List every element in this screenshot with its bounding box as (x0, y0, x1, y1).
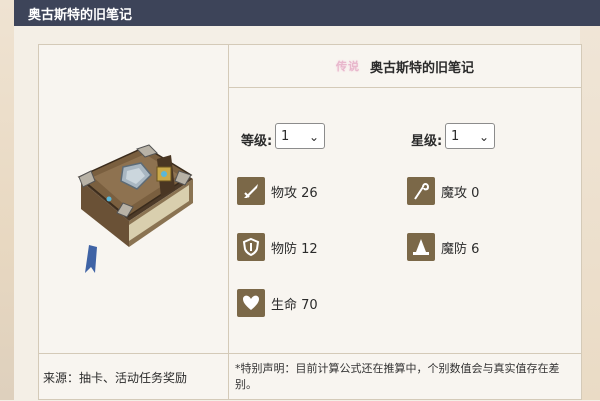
chevron-down-icon: ⌄ (308, 130, 319, 144)
stat-hp: 生命 70 (237, 289, 318, 317)
stat-label: 物防 12 (271, 241, 318, 257)
stat-label: 魔防 6 (441, 241, 480, 257)
sword-icon (237, 177, 265, 205)
column-divider (228, 45, 229, 399)
item-source: 来源：抽卡、活动任务奖励 (39, 354, 228, 401)
stat-magic-defense: 魔防 6 (407, 233, 479, 261)
item-card: 传说 奥古斯特的旧笔记 等级: 1 ⌄ 星级: 1 ⌄ 物攻 26 魔攻 0 物… (38, 44, 582, 400)
background-right (580, 0, 600, 400)
stat-physical-defense: 物防 12 (237, 233, 318, 261)
wizard-hat-icon (407, 233, 435, 261)
star-label: 星级: (411, 134, 443, 149)
level-select[interactable]: 1 ⌄ (275, 123, 325, 149)
stat-physical-attack: 物攻 26 (237, 177, 318, 205)
level-star-selectors: 等级: 1 ⌄ 星级: 1 ⌄ (235, 123, 575, 153)
stat-label: 魔攻 0 (441, 185, 480, 201)
item-name: 奥古斯特的旧笔记 (369, 60, 474, 76)
level-select-value: 1 (281, 128, 290, 144)
stat-label: 生命 70 (271, 297, 318, 313)
stat-magic-attack: 魔攻 0 (407, 177, 479, 205)
title-divider (229, 87, 581, 88)
page-title: 奥古斯特的旧笔记 (28, 7, 133, 23)
star-select[interactable]: 1 ⌄ (445, 123, 495, 149)
shield-icon (237, 233, 265, 261)
page-header: 奥古斯特的旧笔记 (14, 0, 600, 26)
level-label: 等级: (241, 134, 273, 149)
star-select-value: 1 (451, 128, 460, 144)
rarity-badge: 传说 (335, 60, 360, 73)
background-left (0, 0, 14, 400)
item-title-row: 传说 奥古斯特的旧笔记 (229, 45, 581, 87)
magic-staff-icon (407, 177, 435, 205)
stat-label: 物攻 26 (271, 185, 318, 201)
heart-icon (237, 289, 265, 317)
source-text: 来源：抽卡、活动任务奖励 (43, 371, 188, 385)
old-notebook-book-icon (71, 141, 201, 281)
disclaimer-note: *特别声明：目前计算公式还在推算中，个别数值会与真实值存在差别。 (235, 361, 575, 393)
note-text: *特别声明：目前计算公式还在推算中，个别数值会与真实值存在差别。 (235, 362, 560, 391)
chevron-down-icon: ⌄ (478, 130, 489, 144)
